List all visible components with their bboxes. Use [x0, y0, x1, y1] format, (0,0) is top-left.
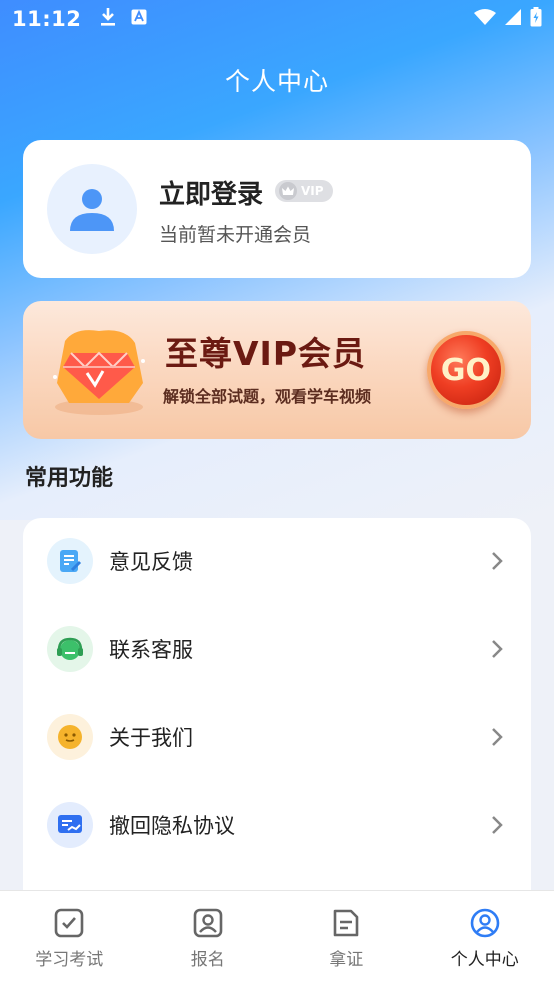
status-time: 11:12 — [12, 7, 82, 31]
chevron-right-icon — [491, 727, 503, 747]
login-button[interactable]: 立即登录 — [159, 174, 263, 211]
user-icon — [70, 189, 114, 231]
certificate-icon — [333, 909, 359, 937]
download-icon — [99, 7, 117, 31]
tab-label: 学习考试 — [35, 950, 104, 970]
tab-signup[interactable]: 报名 — [139, 891, 278, 984]
section-title: 常用功能 — [25, 466, 114, 491]
tab-profile[interactable]: 个人中心 — [416, 891, 554, 984]
list-item-revoke-privacy[interactable]: 撤回隐私协议 — [23, 790, 531, 860]
headset-icon — [47, 626, 93, 672]
crown-icon — [279, 182, 297, 200]
list-item-label: 关于我们 — [109, 726, 193, 750]
vip-banner-subtitle: 解锁全部试题，观看学车视频 — [163, 387, 372, 406]
member-status: 当前暂未开通会员 — [159, 224, 312, 246]
list-item-label: 意见反馈 — [109, 550, 193, 574]
vip-banner[interactable]: 至尊VIP会员 解锁全部试题，观看学车视频 GO — [23, 301, 531, 439]
chevron-right-icon — [491, 551, 503, 571]
bottom-tab-bar: 学习考试 报名 拿证 个人中心 — [0, 890, 554, 984]
tab-certificate[interactable]: 拿证 — [277, 891, 416, 984]
vip-banner-title: 至尊VIP会员 — [165, 334, 367, 373]
tab-label: 个人中心 — [450, 950, 519, 970]
profile-icon — [470, 908, 500, 938]
page-title: 个人中心 — [224, 67, 329, 96]
list-item-label: 联系客服 — [109, 638, 193, 662]
tab-study-exam[interactable]: 学习考试 — [0, 891, 139, 984]
a-icon — [131, 9, 147, 29]
function-list: 意见反馈 联系客服 关于我们 撤回隐私协议 — [23, 518, 531, 938]
diamond-icon — [53, 330, 145, 415]
tab-label: 报名 — [190, 950, 225, 970]
feedback-icon — [47, 538, 93, 584]
list-item-about-us[interactable]: 关于我们 — [23, 702, 531, 772]
go-button[interactable]: GO — [427, 331, 505, 409]
vip-badge-label: VIP — [301, 184, 324, 198]
revoke-icon — [47, 802, 93, 848]
chevron-right-icon — [491, 639, 503, 659]
exam-icon — [54, 908, 84, 938]
list-item-label: 撤回隐私协议 — [109, 814, 235, 838]
battery-icon — [530, 7, 542, 31]
signal-icon — [504, 8, 522, 30]
list-item-feedback[interactable]: 意见反馈 — [23, 526, 531, 596]
signup-icon — [193, 908, 223, 938]
smiley-icon — [47, 714, 93, 760]
status-bar: 11:12 — [0, 0, 554, 38]
vip-badge: VIP — [275, 180, 333, 202]
profile-card[interactable]: 立即登录 VIP 当前暂未开通会员 — [23, 140, 531, 278]
wifi-icon — [474, 8, 496, 30]
tab-label: 拿证 — [329, 950, 364, 970]
chevron-right-icon — [491, 815, 503, 835]
list-item-contact-service[interactable]: 联系客服 — [23, 614, 531, 684]
avatar[interactable] — [47, 164, 137, 254]
